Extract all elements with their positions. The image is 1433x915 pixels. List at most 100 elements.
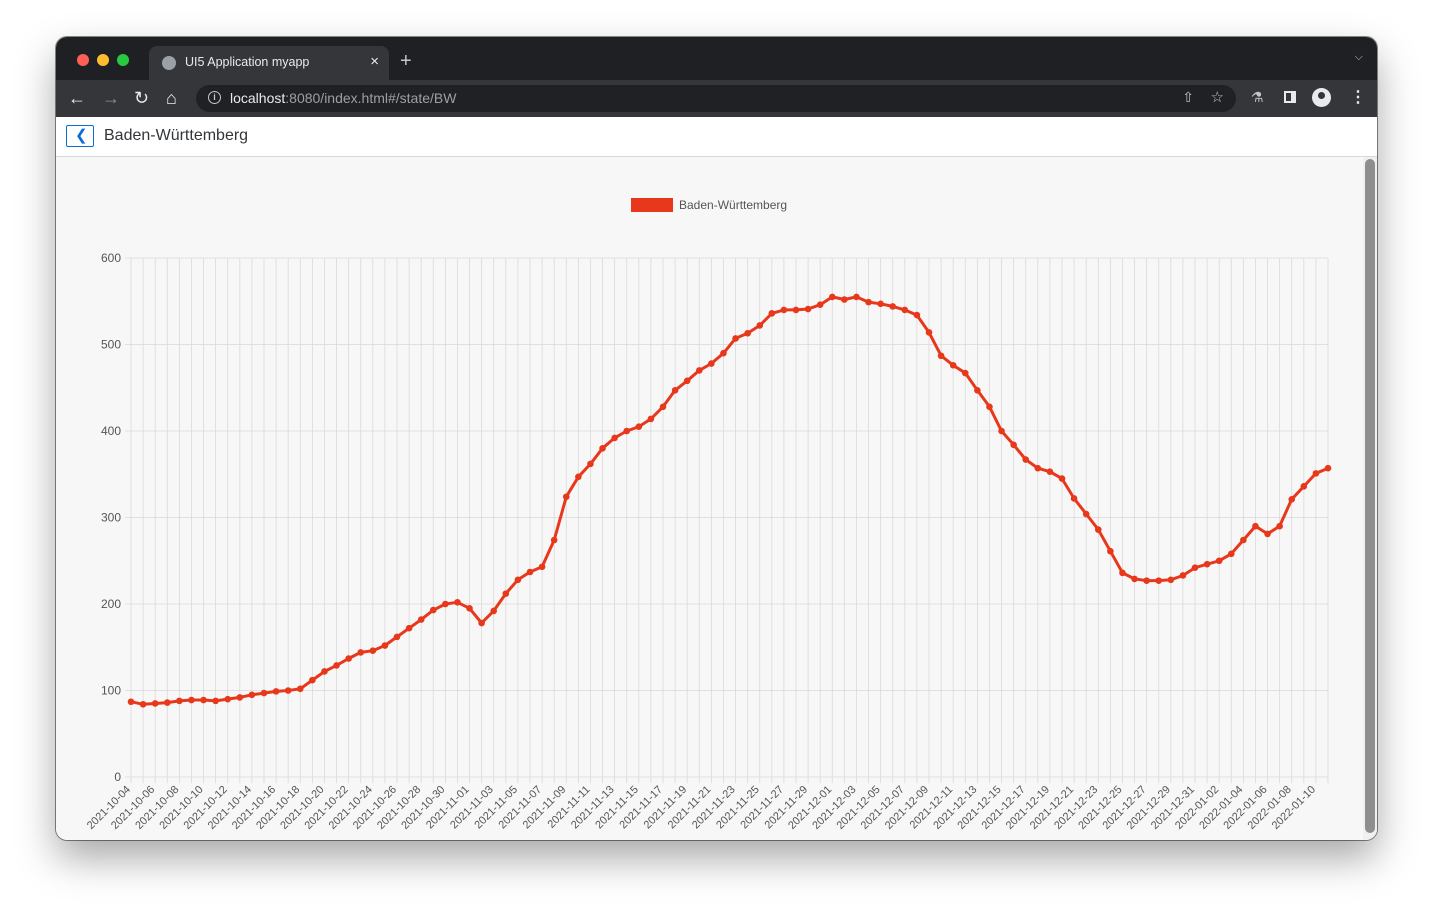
data-point[interactable] [272,688,280,695]
data-point[interactable] [284,687,292,694]
data-point[interactable] [1276,522,1283,530]
data-point[interactable] [381,642,389,649]
nav-back-button[interactable]: ❮ [66,125,94,147]
vertical-scrollbar[interactable] [1363,157,1377,840]
data-point[interactable] [236,694,244,701]
data-point[interactable] [442,600,449,608]
data-point[interactable] [1179,572,1187,579]
data-point[interactable] [792,306,800,314]
data-point[interactable] [599,445,606,452]
data-point[interactable] [1131,575,1138,583]
tab-search-chevron-icon[interactable]: ⌵ [1355,51,1363,64]
data-point[interactable] [417,616,425,623]
data-point[interactable] [780,306,788,314]
data-point[interactable] [695,367,703,374]
data-point[interactable] [756,322,764,329]
data-point[interactable] [200,696,207,704]
data-point[interactable] [1046,468,1054,475]
data-point[interactable] [1191,564,1199,571]
data-point[interactable] [1215,557,1223,565]
browser-tab[interactable]: UI5 Application myapp × [149,46,389,80]
data-point[interactable] [623,427,631,435]
data-point[interactable] [163,699,171,706]
data-point[interactable] [974,387,981,394]
data-point[interactable] [671,387,679,394]
data-point[interactable] [550,536,558,544]
data-point[interactable] [768,310,776,317]
tab-close-icon[interactable]: × [370,53,379,71]
site-info-icon[interactable]: i [208,91,221,104]
data-point[interactable] [514,576,522,584]
data-point[interactable] [466,605,473,612]
data-point[interactable] [1252,522,1259,530]
maximize-window-button[interactable] [117,54,129,66]
data-point[interactable] [986,403,993,411]
data-point[interactable] [575,473,582,481]
data-point[interactable] [937,352,945,360]
minimize-window-button[interactable] [97,54,109,66]
data-point[interactable] [611,434,618,442]
data-point[interactable] [224,695,232,703]
data-point[interactable] [732,335,739,342]
data-point[interactable] [1324,464,1332,472]
data-point[interactable] [151,700,159,707]
data-point[interactable] [647,415,655,423]
data-point[interactable] [1312,470,1320,477]
reload-icon[interactable]: ↻ [134,88,149,108]
data-point[interactable] [1010,441,1017,449]
data-point[interactable] [393,633,401,641]
data-point[interactable] [853,293,860,301]
data-point[interactable] [429,606,437,614]
data-point[interactable] [877,300,884,308]
data-point[interactable] [188,696,195,704]
new-tab-button[interactable]: + [400,51,412,71]
data-point[interactable] [804,305,812,313]
data-point[interactable] [659,403,667,411]
data-point[interactable] [139,701,147,708]
data-point[interactable] [248,691,256,699]
data-point[interactable] [587,460,594,468]
data-point[interactable] [405,624,413,632]
data-point[interactable] [212,697,219,705]
data-point[interactable] [865,298,872,306]
data-point[interactable] [333,662,340,669]
data-point[interactable] [1167,576,1175,584]
data-point[interactable] [744,329,751,337]
back-arrow-icon[interactable]: ← [68,88,86,108]
side-panel-icon[interactable] [1284,91,1296,103]
data-point[interactable] [260,689,268,697]
data-point[interactable] [1119,569,1126,577]
data-point[interactable] [127,698,135,706]
data-point[interactable] [345,655,352,662]
url-text[interactable]: localhost:8080/index.html#/state/BW [230,90,456,106]
data-point[interactable] [683,377,691,385]
kebab-menu-icon[interactable]: ⋮ [1350,87,1366,107]
data-point[interactable] [1227,550,1235,558]
data-point[interactable] [502,590,510,597]
bookmark-star-icon[interactable]: ☆ [1211,88,1224,106]
data-point[interactable] [889,303,897,310]
data-point[interactable] [454,598,461,606]
data-point[interactable] [949,361,957,369]
data-point[interactable] [998,427,1005,435]
data-point[interactable] [913,311,921,319]
data-point[interactable] [1203,560,1211,568]
data-point[interactable] [357,649,365,656]
data-point[interactable] [1107,547,1114,555]
data-point[interactable] [1240,536,1247,544]
close-window-button[interactable] [77,54,89,66]
data-point[interactable] [1070,495,1078,502]
data-point[interactable] [635,423,643,430]
data-point[interactable] [1034,464,1042,472]
data-point[interactable] [562,493,570,501]
data-point[interactable] [1155,577,1163,584]
data-point[interactable] [720,349,727,357]
data-point[interactable] [961,369,969,377]
share-icon[interactable]: ⇧ [1182,89,1194,106]
data-point[interactable] [296,685,304,693]
data-point[interactable] [828,293,836,301]
data-point[interactable] [901,306,909,314]
data-point[interactable] [708,360,715,367]
data-point[interactable] [1058,475,1066,482]
data-point[interactable] [369,647,377,655]
